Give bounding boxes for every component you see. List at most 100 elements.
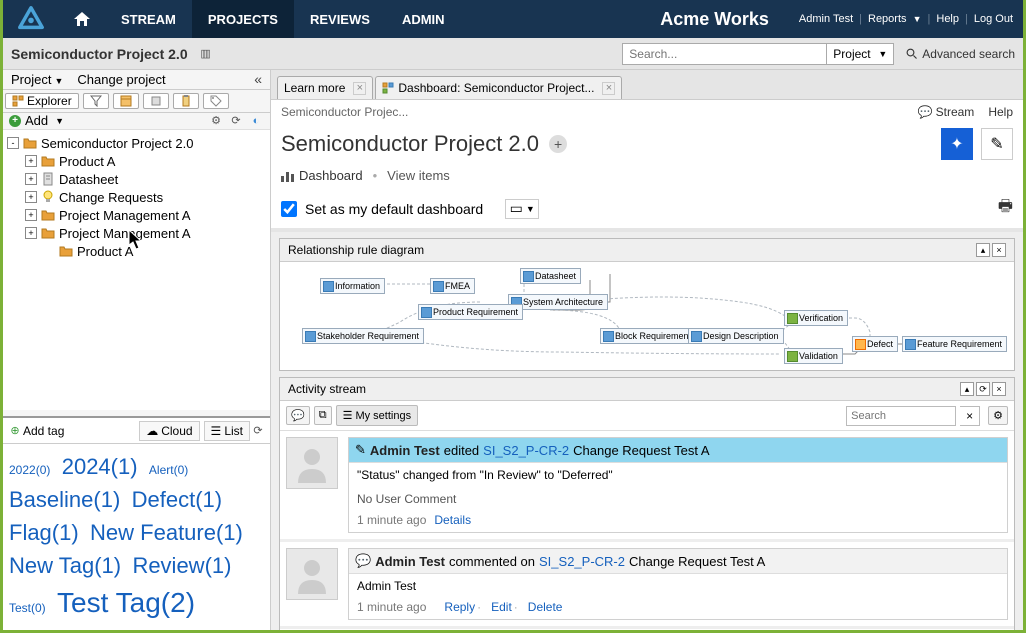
avatar[interactable] — [286, 437, 338, 489]
comment-icon[interactable]: 💬 — [286, 406, 310, 425]
nav-stream[interactable]: STREAM — [105, 0, 192, 38]
nav-projects[interactable]: PROJECTS — [192, 0, 294, 38]
link-logout[interactable]: Log Out — [974, 13, 1013, 25]
action-delete[interactable]: Delete — [528, 600, 563, 614]
search-scope-dropdown[interactable]: Project▼ — [826, 43, 894, 65]
expand-icon[interactable]: + — [25, 155, 37, 167]
nav-admin[interactable]: ADMIN — [386, 0, 461, 38]
close-icon[interactable]: × — [353, 82, 366, 95]
sync-icon[interactable]: ◐ — [248, 113, 264, 129]
project-dropdown[interactable]: Project▼ — [11, 72, 63, 87]
tags-icon[interactable] — [203, 93, 229, 109]
cloud-tab[interactable]: ☁ Cloud — [139, 421, 199, 441]
tree-item[interactable]: +Datasheet — [7, 170, 266, 188]
close-icon[interactable]: × — [602, 82, 615, 95]
layout-icon[interactable]: ▥ — [198, 46, 214, 62]
widget-close-icon[interactable]: × — [992, 243, 1006, 257]
tag[interactable]: Baseline(1) — [9, 483, 120, 516]
node-validation[interactable]: Validation — [784, 348, 843, 364]
filter-icon[interactable] — [83, 93, 109, 109]
clear-search-icon[interactable]: × — [960, 406, 980, 426]
node-verification[interactable]: Verification — [784, 310, 848, 326]
tree-item[interactable]: +Change Requests — [7, 188, 266, 206]
action-reply[interactable]: Reply — [444, 600, 475, 614]
expand-icon[interactable]: + — [25, 191, 37, 203]
avatar[interactable] — [286, 548, 338, 600]
activity-link-title[interactable]: Change Request Test A — [629, 554, 765, 569]
node-information[interactable]: Information — [320, 278, 385, 294]
node-datasheet[interactable]: Datasheet — [520, 268, 581, 284]
tree-item[interactable]: -Semiconductor Project 2.0 — [7, 134, 266, 152]
default-dashboard-checkbox[interactable] — [281, 201, 297, 217]
add-primary-button[interactable]: ✦ — [941, 128, 973, 160]
widget-refresh-icon[interactable]: ⟳ — [976, 382, 990, 396]
details-link[interactable]: Details — [434, 513, 471, 527]
activity-user[interactable]: Admin Test — [375, 554, 445, 569]
link-reports[interactable]: Reports ▼ — [868, 13, 922, 25]
tag[interactable]: Flag(1) — [9, 516, 79, 549]
tag[interactable]: Test Tag(2) — [57, 582, 195, 624]
add-tag-icon[interactable]: ⊕ — [7, 423, 23, 439]
add-tag-link[interactable]: Add tag — [23, 424, 64, 438]
explorer-tab[interactable]: Explorer — [5, 93, 79, 109]
link-help[interactable]: Help — [936, 13, 959, 25]
my-settings-button[interactable]: ☰ My settings — [336, 405, 419, 426]
baselines-icon[interactable] — [143, 93, 169, 109]
node-block-req[interactable]: Block Requirement — [600, 328, 696, 344]
activity-link[interactable]: SI_S2_P-CR-2 — [539, 554, 625, 569]
action-edit[interactable]: Edit — [491, 600, 512, 614]
node-fmea[interactable]: FMEA — [430, 278, 475, 294]
breadcrumb[interactable]: Semiconductor Projec... — [281, 105, 408, 119]
expand-icon[interactable]: + — [25, 227, 37, 239]
refresh-icon[interactable]: ⟳ — [228, 113, 244, 129]
view-items-subtab[interactable]: View items — [387, 168, 450, 183]
node-feature-req[interactable]: Feature Requirement — [902, 336, 1007, 352]
copy-icon[interactable]: ⧉ — [314, 406, 332, 425]
node-design-desc[interactable]: Design Description — [688, 328, 784, 344]
tag[interactable]: Defect(1) — [132, 483, 222, 516]
edit-button[interactable]: ✎ — [981, 128, 1013, 160]
widget-close-icon[interactable]: × — [992, 382, 1006, 396]
node-defect[interactable]: Defect — [852, 336, 898, 352]
tag[interactable]: New Tag(1) — [9, 549, 121, 582]
home-icon[interactable] — [59, 0, 105, 38]
tree-item[interactable]: +Product A — [7, 152, 266, 170]
activity-user[interactable]: Admin Test — [370, 443, 440, 458]
list-tab[interactable]: ☰ List — [204, 421, 250, 441]
activity-search-input[interactable] — [846, 406, 956, 426]
tree-item[interactable]: +Project Management A — [7, 224, 266, 242]
widget-collapse-icon[interactable]: ▴ — [976, 243, 990, 257]
tag[interactable]: New Feature(1) — [90, 516, 243, 549]
tab-learn-more[interactable]: Learn more × — [277, 76, 373, 99]
change-project-link[interactable]: Change project — [77, 72, 165, 87]
activity-gear-icon[interactable]: ⚙ — [988, 406, 1008, 425]
gear-icon[interactable]: ⚙ — [208, 113, 224, 129]
dashboard-subtab[interactable]: Dashboard — [281, 168, 363, 183]
expand-icon[interactable]: + — [25, 173, 37, 185]
help-link[interactable]: Help — [988, 105, 1013, 119]
node-stakeholder-req[interactable]: Stakeholder Requirement — [302, 328, 424, 344]
add-widget-button[interactable]: + — [549, 135, 567, 153]
layout-dropdown[interactable]: ▭ ▼ — [505, 199, 539, 219]
tree-item[interactable]: Product A — [7, 242, 266, 260]
expand-icon[interactable]: + — [25, 209, 37, 221]
advanced-search-link[interactable]: Advanced search — [906, 47, 1015, 61]
collapse-sidebar-icon[interactable]: « — [254, 71, 262, 87]
node-product-req[interactable]: Product Requirement — [418, 304, 523, 320]
tab-dashboard[interactable]: Dashboard: Semiconductor Project... × — [375, 76, 622, 99]
tests-icon[interactable] — [173, 93, 199, 109]
activity-link-title[interactable]: Change Request Test A — [573, 443, 709, 458]
nav-reviews[interactable]: REVIEWS — [294, 0, 386, 38]
link-user[interactable]: Admin Test — [799, 13, 853, 25]
tags-refresh-icon[interactable]: ⟳ — [250, 423, 266, 439]
logo[interactable] — [3, 0, 59, 38]
tag[interactable]: Alert(0) — [149, 461, 188, 479]
stream-link[interactable]: 💬 Stream — [918, 105, 975, 119]
tag[interactable]: Review(1) — [132, 549, 231, 582]
expand-icon[interactable]: - — [7, 137, 19, 149]
tag[interactable]: Test(0) — [9, 599, 46, 617]
add-button[interactable]: + Add ▼ — [9, 113, 64, 128]
relationship-diagram[interactable]: Information FMEA Datasheet System Archit… — [280, 262, 1014, 370]
tag[interactable]: 2024(1) — [62, 450, 138, 483]
releases-icon[interactable] — [113, 93, 139, 109]
